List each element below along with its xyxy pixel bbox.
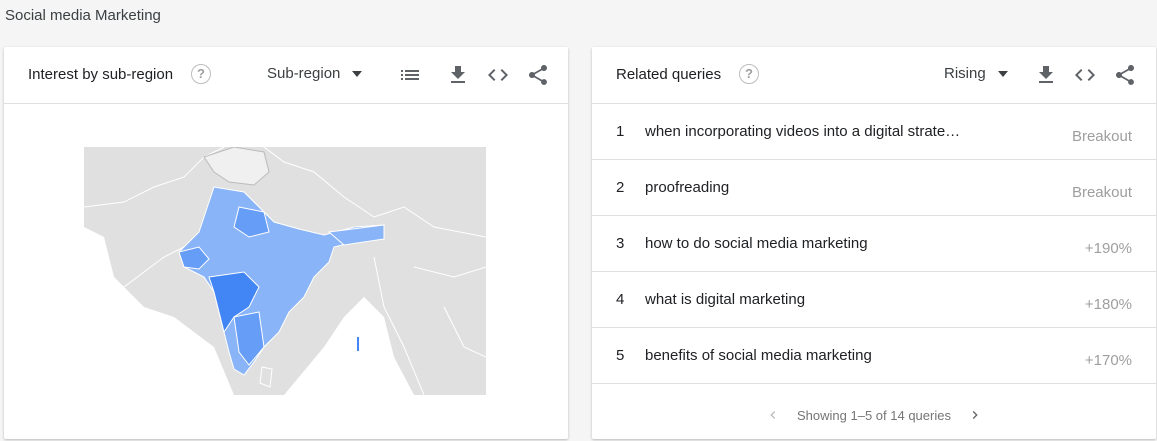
interest-by-subregion-card: Interest by sub-region ? Sub-region	[4, 47, 568, 439]
query-link[interactable]: when incorporating videos into a digital…	[645, 123, 960, 140]
query-rank: 1	[616, 123, 625, 140]
help-circle-icon[interactable]: ?	[191, 64, 211, 84]
table-row[interactable]: 4 what is digital marketing +180%	[592, 272, 1156, 328]
table-row[interactable]: 2 proofreading Breakout	[592, 160, 1156, 216]
download-icon[interactable]	[1034, 63, 1058, 87]
embed-code-icon[interactable]	[1073, 63, 1097, 87]
query-link[interactable]: how to do social media marketing	[645, 235, 868, 252]
query-rank: 4	[616, 291, 625, 308]
card-title: Related queries	[616, 66, 722, 83]
card-header: Related queries ? Rising	[592, 47, 1156, 104]
share-icon[interactable]	[1113, 63, 1137, 87]
query-value: +180%	[1084, 296, 1132, 313]
query-link[interactable]: what is digital marketing	[645, 291, 805, 308]
share-icon[interactable]	[526, 63, 550, 87]
table-row[interactable]: 5 benefits of social media marketing +17…	[592, 328, 1156, 384]
query-value: +170%	[1084, 352, 1132, 369]
query-rank: 5	[616, 347, 625, 364]
card-header: Interest by sub-region ? Sub-region	[4, 47, 568, 104]
pagination: Showing 1–5 of 14 queries	[592, 403, 1156, 427]
card-title: Interest by sub-region	[28, 66, 174, 83]
related-queries-card: Related queries ? Rising 1 when incorpor…	[592, 47, 1156, 439]
chevron-down-icon	[352, 70, 363, 77]
query-link[interactable]: proofreading	[645, 179, 729, 196]
table-row[interactable]: 1 when incorporating videos into a digit…	[592, 104, 1156, 160]
dropdown-label: Sub-region	[267, 65, 341, 82]
chevron-right-icon[interactable]	[963, 403, 987, 427]
help-circle-icon[interactable]: ?	[739, 64, 759, 84]
table-row[interactable]: 3 how to do social media marketing +190%	[592, 216, 1156, 272]
rising-top-dropdown[interactable]: Rising	[944, 65, 1008, 82]
list-icon[interactable]	[398, 63, 422, 87]
query-value: Breakout	[1071, 128, 1132, 145]
query-link[interactable]: benefits of social media marketing	[645, 347, 872, 364]
embed-code-icon[interactable]	[486, 63, 510, 87]
download-icon[interactable]	[446, 63, 470, 87]
pagination-status: Showing 1–5 of 14 queries	[797, 407, 951, 423]
page-title: Social media Marketing	[5, 7, 161, 24]
region-type-dropdown[interactable]: Sub-region	[267, 65, 363, 82]
query-value: +190%	[1084, 240, 1132, 257]
chevron-left-icon[interactable]	[761, 403, 785, 427]
query-value: Breakout	[1071, 184, 1132, 201]
chevron-down-icon	[997, 70, 1008, 77]
dropdown-label: Rising	[944, 65, 986, 82]
query-rank: 3	[616, 235, 625, 252]
subregion-map[interactable]	[83, 146, 487, 396]
query-rank: 2	[616, 179, 625, 196]
